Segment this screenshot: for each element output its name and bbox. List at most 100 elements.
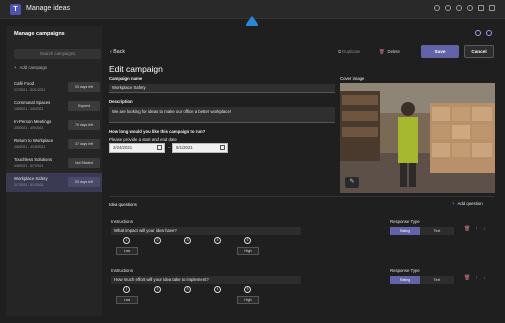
- idea-questions-label: Idea questions: [109, 202, 137, 207]
- move-up-icon[interactable]: ↑: [475, 226, 478, 232]
- plus-icon: +: [14, 65, 17, 70]
- high-label-input[interactable]: High: [237, 247, 259, 255]
- campaign-item[interactable]: Communal Spaces 1/8/2021 - 2/5/2021 Expi…: [6, 97, 102, 116]
- calendar-icon: [157, 145, 162, 150]
- sidebar-title: Manage campaigns: [14, 31, 65, 37]
- add-question-button[interactable]: + Add question: [452, 201, 483, 206]
- info-icon[interactable]: [467, 5, 473, 11]
- calendar-icon: [220, 145, 225, 150]
- text-option[interactable]: Text: [420, 227, 454, 235]
- question-actions: 🗑 ↑ ↓: [464, 226, 485, 232]
- campaign-dates: 2/5/2021 - 4/9/2021: [14, 126, 44, 130]
- warehouse-photo: [340, 83, 495, 193]
- more-options-icon[interactable]: [489, 5, 495, 11]
- add-campaign-button[interactable]: + Add campaign: [14, 65, 47, 70]
- duplicate-button[interactable]: ⧉ Duplicate: [338, 49, 360, 54]
- window-controls: [434, 5, 495, 11]
- campaign-name: Café Food: [14, 81, 35, 86]
- question-text-input[interactable]: How much effort will your idea take to i…: [111, 276, 301, 284]
- duration-label: How long would you like this campaign to…: [109, 129, 206, 134]
- instructions-label: Instructions: [111, 219, 133, 224]
- page-title: Edit campaign: [109, 64, 163, 74]
- campaign-item[interactable]: Return to Workplace 2/6/2021 - 4/15/2021…: [6, 135, 102, 154]
- settings-icon[interactable]: [486, 30, 492, 36]
- start-date-value: 2/24/2021: [113, 145, 133, 150]
- app-title: Manage ideas: [26, 5, 70, 12]
- high-label-input[interactable]: High: [237, 296, 259, 304]
- popout-icon[interactable]: [456, 5, 462, 11]
- question-actions: 🗑 ↑ ↓: [464, 275, 485, 281]
- scale-point: 5: [244, 237, 251, 244]
- add-question-label: Add question: [457, 201, 483, 206]
- question-text-input[interactable]: What impact will your idea have?: [111, 227, 301, 235]
- move-up-icon[interactable]: ↑: [475, 275, 478, 281]
- scale-point: 4: [214, 237, 221, 244]
- duplicate-label: Duplicate: [342, 49, 361, 54]
- campaign-dates: 2/7/2021 - 5/1/2021: [14, 183, 44, 187]
- trash-icon: 🗑: [379, 49, 385, 54]
- back-label: Back: [113, 49, 126, 55]
- chat-icon[interactable]: [445, 5, 451, 11]
- campaigns-sidebar: Manage campaigns Search campaigns + Add c…: [6, 26, 102, 316]
- save-button[interactable]: Save: [421, 45, 459, 58]
- back-button[interactable]: ‹ Back: [110, 49, 125, 55]
- scale-point: 1: [123, 237, 130, 244]
- campaign-name: Communal Spaces: [14, 100, 51, 105]
- campaign-dates: 1/8/2021 - 2/5/2021: [14, 107, 44, 111]
- scale-point: 3: [184, 237, 191, 244]
- search-campaigns-input[interactable]: Search campaigns: [14, 49, 101, 59]
- teams-app-icon: T: [10, 4, 21, 15]
- scale-point: 3: [184, 286, 191, 293]
- delete-question-icon[interactable]: 🗑: [464, 275, 470, 281]
- campaign-item-selected[interactable]: Workplace Safety 2/7/2021 - 5/1/2021 53 …: [6, 173, 102, 192]
- move-down-icon[interactable]: ↓: [483, 226, 486, 232]
- campaign-item[interactable]: Touchless Solutions 4/8/2021 - 5/7/2021 …: [6, 154, 102, 173]
- instructions-label: Instructions: [111, 268, 133, 273]
- scale-point: 2: [154, 237, 161, 244]
- help-icon[interactable]: [475, 30, 481, 36]
- duration-hint: Please provide a start and end date: [109, 137, 177, 142]
- date-range-dash: –: [168, 145, 171, 150]
- edit-campaign-panel: ‹ Back ⧉ Duplicate 🗑 Delete Save Cancel E…: [102, 26, 495, 316]
- move-down-icon[interactable]: ↓: [483, 275, 486, 281]
- cancel-button[interactable]: Cancel: [464, 45, 494, 58]
- campaign-item[interactable]: In-Person Meetings 2/5/2021 - 4/9/2021 7…: [6, 116, 102, 135]
- campaign-name-label: Campaign name: [109, 76, 143, 81]
- text-option[interactable]: Text: [420, 276, 454, 284]
- response-type-label: Response Type: [390, 219, 420, 224]
- campaign-status-badge: Not Started: [68, 158, 100, 168]
- delete-question-icon[interactable]: 🗑: [464, 226, 470, 232]
- campaign-item[interactable]: Café Food 2/7/2021 - 5/21/2021 53 days l…: [6, 78, 102, 97]
- campaign-status-badge: Expired: [68, 101, 100, 111]
- description-label: Description: [109, 99, 133, 104]
- scale-point: 4: [214, 286, 221, 293]
- add-campaign-label: Add campaign: [19, 65, 47, 70]
- scale-point: 5: [244, 286, 251, 293]
- edit-image-pencil-icon[interactable]: ✎: [345, 177, 359, 188]
- low-label-input[interactable]: Low: [116, 247, 138, 255]
- campaign-dates: 4/8/2021 - 5/7/2021: [14, 164, 44, 168]
- campaign-name: Workplace Safety: [14, 176, 48, 181]
- window-icon[interactable]: [478, 5, 484, 11]
- description-input[interactable]: We are looking for ideas to make our off…: [109, 107, 335, 123]
- delete-button[interactable]: 🗑 Delete: [379, 49, 400, 55]
- campaign-dates: 2/6/2021 - 4/15/2021: [14, 145, 46, 149]
- campaign-name-input[interactable]: Workplace Safety: [109, 84, 335, 93]
- start-date-picker[interactable]: 2/24/2021: [109, 143, 165, 153]
- end-date-value: 5/1/2021: [176, 145, 193, 150]
- end-date-picker[interactable]: 5/1/2021: [172, 143, 228, 153]
- low-label-input[interactable]: Low: [116, 296, 138, 304]
- campaign-dates: 2/7/2021 - 5/21/2021: [14, 88, 46, 92]
- campaign-name: Return to Workplace: [14, 138, 54, 143]
- scale-point: 1: [123, 286, 130, 293]
- rating-option[interactable]: Rating: [390, 276, 420, 284]
- rating-option[interactable]: Rating: [390, 227, 420, 235]
- campaign-status-badge: 37 days left: [68, 139, 100, 149]
- campaign-status-badge: 53 days left: [68, 177, 100, 187]
- refresh-icon[interactable]: [434, 5, 440, 11]
- section-divider: [109, 196, 494, 197]
- scale-point: 2: [154, 286, 161, 293]
- delete-label: Delete: [387, 49, 400, 54]
- response-type-label: Response Type: [390, 268, 420, 273]
- campaign-name: In-Person Meetings: [14, 119, 52, 124]
